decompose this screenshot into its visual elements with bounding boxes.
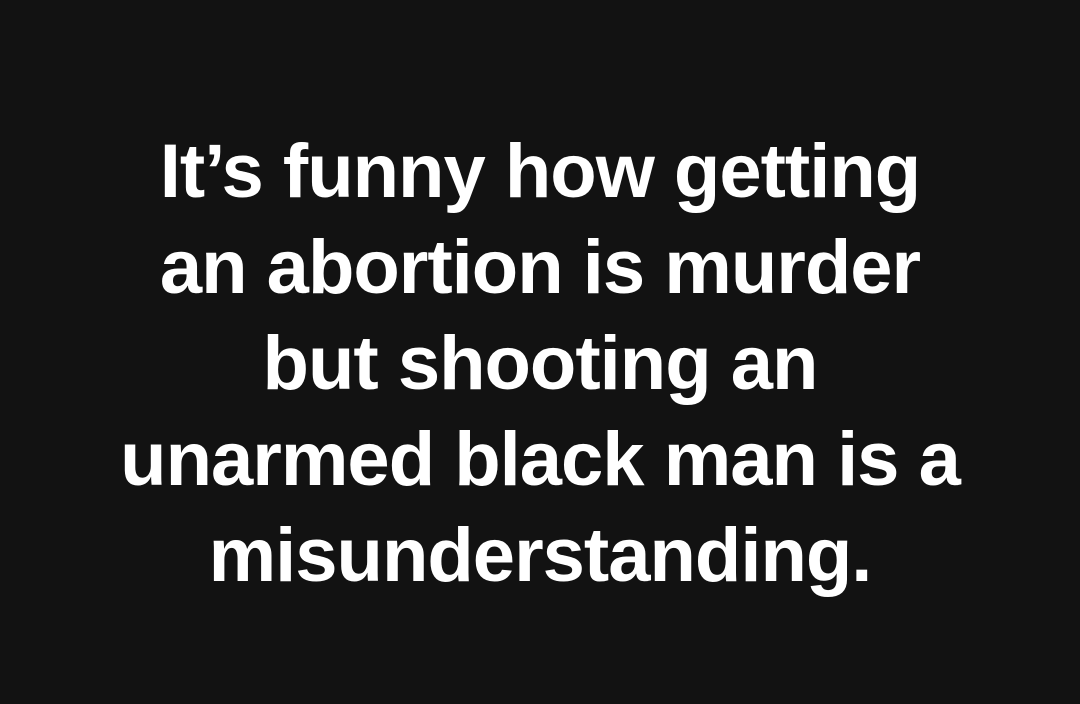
quote-line-2: an abortion is murder bbox=[159, 225, 921, 310]
quote-line-1: It’s funny how getting bbox=[159, 129, 921, 214]
quote-text: It’s funny how getting an abortion is mu… bbox=[0, 124, 1080, 604]
quote-image: It’s funny how getting an abortion is mu… bbox=[0, 0, 1080, 704]
quote-line-3: but shooting an bbox=[262, 321, 819, 406]
quote-line-4: unarmed black man is a bbox=[120, 417, 961, 502]
quote-line-5: misunderstanding. bbox=[208, 513, 873, 598]
